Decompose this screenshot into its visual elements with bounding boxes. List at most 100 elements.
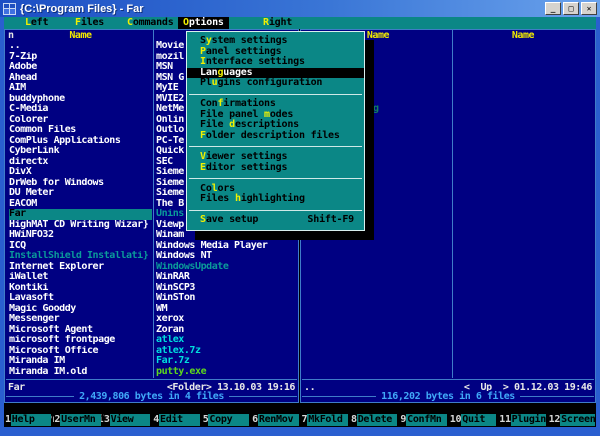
fnkey-label: Edit — [159, 414, 200, 426]
file-item[interactable]: Common Files — [9, 125, 152, 136]
close-button[interactable]: ✕ — [581, 2, 597, 15]
file-item[interactable]: WinSTon — [156, 293, 297, 304]
options-menu-item[interactable]: Plugins configuration — [187, 78, 364, 89]
function-key-bar: 1Help2UserMn 3View4Edit 5Copy6RenMov 7MkFol… — [5, 414, 595, 426]
fnkey-delete[interactable]: 8Delete — [351, 414, 397, 426]
file-item[interactable]: ICQ — [9, 241, 152, 252]
close-icon: ✕ — [587, 4, 592, 13]
file-item[interactable]: atlex.7z — [156, 346, 297, 357]
file-item[interactable]: Miranda IM — [9, 356, 152, 367]
file-item[interactable]: Internet Explorer — [9, 262, 152, 273]
right-panel-totals: 116,202 bytes in 6 files — [376, 391, 520, 402]
fnkey-label: RenMov — [258, 414, 299, 426]
file-item[interactable]: WinSCP3 — [156, 283, 297, 294]
file-item[interactable]: buddyphone — [9, 94, 152, 105]
file-item[interactable]: directx — [9, 157, 152, 168]
file-item[interactable]: microsoft frontpage — [9, 335, 152, 346]
far-console: LeftFilesCommandsOptionsRight n Name Nam… — [4, 17, 596, 427]
file-item[interactable]: HighMAT CD Writing Wizar} — [9, 220, 152, 231]
fnkey-label: UserMn — [60, 414, 101, 426]
file-item[interactable]: .. — [9, 41, 152, 52]
window-controls: _ □ ✕ — [545, 2, 600, 15]
column-separator — [153, 30, 154, 378]
options-menu-item[interactable]: Editor settings — [187, 163, 364, 174]
file-item[interactable]: putty.exe — [156, 367, 297, 378]
fnkey-usermn[interactable]: 2UserMn — [54, 414, 100, 426]
menu-commands[interactable]: Commands — [122, 17, 179, 29]
menu-left[interactable]: Left — [20, 17, 53, 29]
fnkey-label: MkFold — [307, 414, 348, 426]
fnkey-help[interactable]: 1Help — [5, 414, 51, 426]
menu-separator — [187, 89, 364, 100]
file-item[interactable]: AIM — [9, 83, 152, 94]
fnkey-copy[interactable]: 5Copy — [203, 414, 249, 426]
file-item[interactable]: Magic Gooddy — [9, 304, 152, 315]
fnkey-label: Quit — [461, 414, 496, 426]
menu-separator — [187, 205, 364, 216]
fnkey-plugin[interactable]: 11Plugin — [499, 414, 545, 426]
status-separator-line — [6, 379, 297, 380]
file-item[interactable]: Messenger — [9, 314, 152, 325]
file-item[interactable]: HWiNFO32 — [9, 230, 152, 241]
menu-separator — [187, 141, 364, 152]
window-title: {C:\Program Files} - Far — [20, 3, 143, 15]
file-item[interactable]: Far.7z — [156, 356, 297, 367]
status-separator-line — [302, 379, 594, 380]
file-item[interactable]: CyberLink — [9, 146, 152, 157]
file-item[interactable]: Colorer — [9, 115, 152, 126]
partially-hidden-filename: g — [373, 104, 379, 115]
menu-options[interactable]: Options — [178, 17, 229, 29]
fnkey-mkfold[interactable]: 7MkFold — [302, 414, 348, 426]
options-menu: System settingsPanel settingsInterface s… — [186, 31, 365, 231]
fnkey-confmn[interactable]: 9ConfMn — [400, 414, 446, 426]
file-item[interactable]: DU Meter — [9, 188, 152, 199]
menu-item-shortcut: Shift-F9 — [307, 215, 354, 226]
file-item[interactable]: DivX — [9, 167, 152, 178]
maximize-button[interactable]: □ — [563, 2, 579, 15]
file-item[interactable]: Far — [9, 209, 152, 220]
options-menu-item[interactable]: Save setupShift-F9 — [187, 215, 364, 226]
file-item[interactable]: WinRAR — [156, 272, 297, 283]
file-item[interactable]: Winam — [156, 230, 297, 241]
file-item[interactable]: Ahead — [9, 73, 152, 84]
fnkey-view[interactable]: 3View — [104, 414, 150, 426]
file-item[interactable]: atlex — [156, 335, 297, 346]
title-bar: {C:\Program Files} - Far _ □ ✕ — [0, 0, 600, 17]
fnkey-renmov[interactable]: 6RenMov — [252, 414, 298, 426]
fnkey-edit[interactable]: 4Edit — [153, 414, 199, 426]
file-item[interactable]: Microsoft Agent — [9, 325, 152, 336]
file-item[interactable]: DrWeb for Windows — [9, 178, 152, 189]
file-item[interactable]: C-Media — [9, 104, 152, 115]
fnkey-number: 12 — [549, 414, 560, 426]
maximize-icon: □ — [569, 4, 574, 13]
file-item[interactable]: Kontiki — [9, 283, 152, 294]
file-item[interactable]: Lavasoft — [9, 293, 152, 304]
file-item[interactable]: xerox — [156, 314, 297, 325]
menu-right[interactable]: Right — [258, 17, 297, 29]
file-item[interactable]: Miranda IM.old — [9, 367, 152, 378]
options-menu-item[interactable]: Folder description files — [187, 131, 364, 142]
menu-files[interactable]: Files — [70, 17, 109, 29]
options-menu-item[interactable]: Files highlighting — [187, 194, 364, 205]
file-item[interactable]: ComPlus Applications — [9, 136, 152, 147]
file-item[interactable]: Zoran — [156, 325, 297, 336]
command-line[interactable]: C:\Program Files> — [6, 403, 126, 414]
file-item[interactable]: WindowsUpdate — [156, 262, 297, 273]
file-item[interactable]: Adobe — [9, 62, 152, 73]
file-item[interactable]: InstallShield Installati} — [9, 251, 152, 262]
fnkey-number: 10 — [450, 414, 461, 426]
file-item[interactable]: Windows Media Player — [156, 241, 297, 252]
file-item[interactable]: iWallet — [9, 272, 152, 283]
file-item[interactable]: 7-Zip — [9, 52, 152, 63]
minimize-button[interactable]: _ — [545, 2, 561, 15]
file-item[interactable]: Windows NT — [156, 251, 297, 262]
minimize-icon: _ — [551, 4, 556, 13]
file-item[interactable]: WM — [156, 304, 297, 315]
fnkey-label: Copy — [208, 414, 249, 426]
fnkey-quit[interactable]: 10Quit — [450, 414, 496, 426]
fnkey-label: Help — [11, 414, 52, 426]
file-item[interactable]: Microsoft Office — [9, 346, 152, 357]
fnkey-label: Plugin — [511, 414, 546, 426]
fnkey-screen[interactable]: 12Screen — [549, 414, 595, 426]
file-item[interactable]: EACOM — [9, 199, 152, 210]
